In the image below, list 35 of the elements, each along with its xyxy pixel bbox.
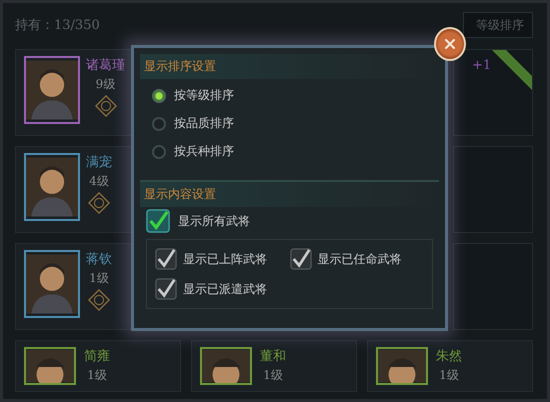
checkbox[interactable] <box>290 248 312 270</box>
checkbox[interactable] <box>155 248 177 270</box>
general-name: 诸葛瑾 <box>86 57 125 74</box>
checkbox-label: 显示已任命武将 <box>318 250 402 268</box>
general-card[interactable]: +1 <box>453 49 533 136</box>
general-card[interactable]: 董和 1级 <box>191 340 357 392</box>
general-name: 朱然 <box>436 348 462 365</box>
checkbox[interactable] <box>146 209 170 233</box>
radio-button[interactable] <box>152 88 166 102</box>
general-name: 简雍 <box>84 348 110 365</box>
radio-button[interactable] <box>152 144 166 158</box>
general-level: 1级 <box>439 367 459 384</box>
general-name: 满宠 <box>86 154 112 171</box>
general-level: 4级 <box>89 173 109 190</box>
close-icon <box>442 36 458 52</box>
general-card[interactable]: 朱然 1级 <box>367 340 533 392</box>
sort-button[interactable]: 等级排序 <box>463 12 533 38</box>
rank-emblem-icon <box>94 95 116 117</box>
general-level: 1级 <box>87 367 107 384</box>
rank-emblem-icon <box>88 289 110 311</box>
section-header: 显示内容设置 <box>140 180 439 207</box>
owned-count: 持有：13/350 <box>15 17 100 34</box>
general-level: 9级 <box>96 76 116 93</box>
general-name: 蒋钦 <box>86 251 112 268</box>
checkbox-label: 显示已上阵武将 <box>183 250 267 268</box>
radio-button[interactable] <box>152 116 166 130</box>
checkbox[interactable] <box>155 278 177 300</box>
general-level: 1级 <box>263 367 283 384</box>
corner-ribbon-icon <box>492 50 532 90</box>
rank-emblem-icon <box>88 192 110 214</box>
general-card[interactable]: 简雍 1级 <box>15 340 181 392</box>
bonus-label: +1 <box>472 58 492 73</box>
general-level: 1级 <box>89 270 109 287</box>
general-name: 董和 <box>260 348 286 365</box>
checkbox-label: 显示已派遣武将 <box>183 280 267 298</box>
